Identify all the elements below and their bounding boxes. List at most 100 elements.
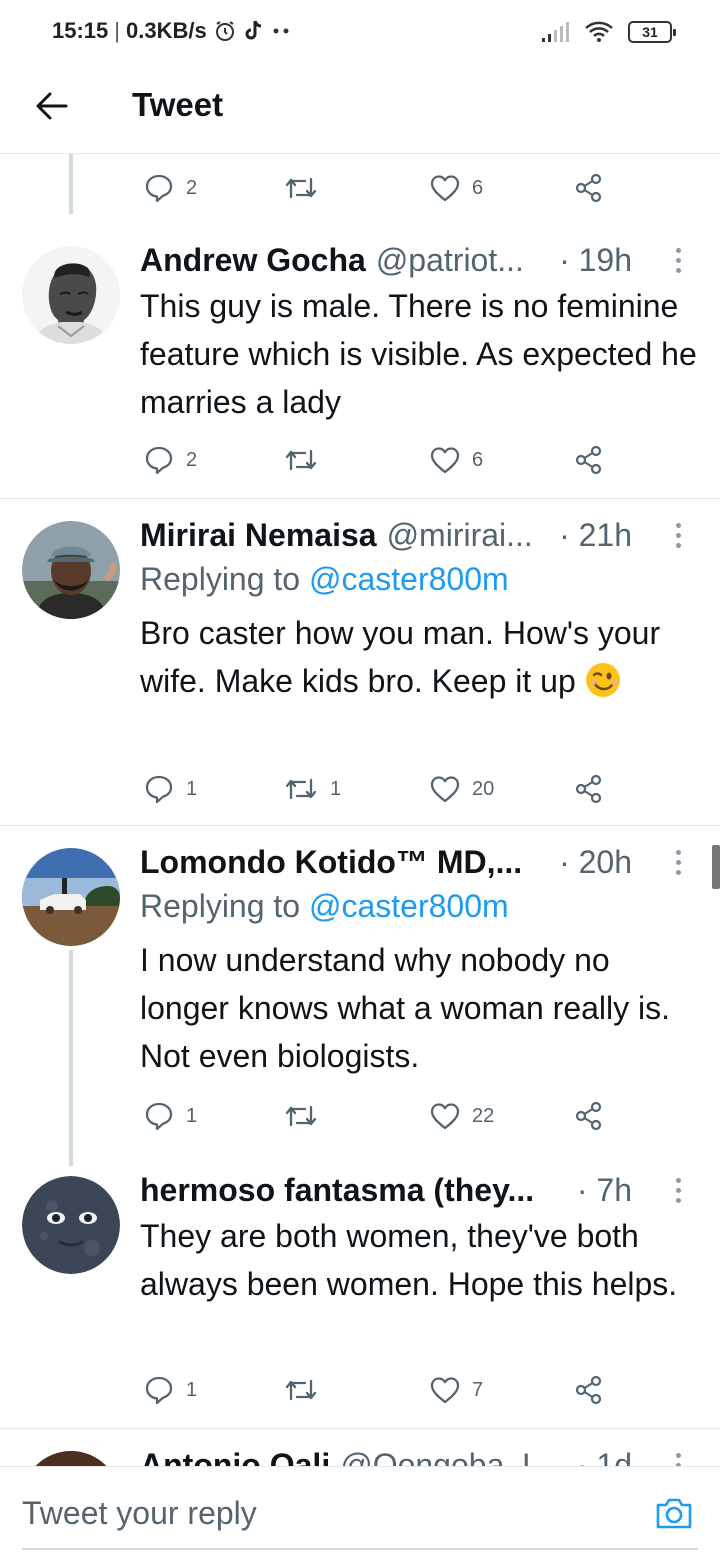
mention-link[interactable]: @caster800m <box>309 561 509 597</box>
username[interactable]: @Oongoba_L <box>340 1447 540 1467</box>
avatar[interactable] <box>22 246 120 344</box>
reply-icon <box>145 174 173 203</box>
reply-button[interactable]: 2 <box>144 440 197 480</box>
heart-icon <box>430 1103 460 1130</box>
retweet-button[interactable]: 1 <box>284 769 341 809</box>
retweet-icon <box>285 778 317 800</box>
replying-to: Replying to @caster800m <box>140 888 509 925</box>
timestamp: · 21h <box>559 516 632 553</box>
tweet-header: hermoso fantasma (they... · 7h <box>140 1168 690 1212</box>
avatar[interactable] <box>22 1451 120 1466</box>
tweet-actions: 2 6 <box>140 168 620 208</box>
display-name[interactable]: hermoso fantasma (they... <box>140 1172 534 1209</box>
retweet-count: 1 <box>330 777 342 800</box>
reply-button[interactable]: 2 <box>144 168 197 208</box>
tweet-text: Bro caster how you man. How's your wife.… <box>140 615 661 699</box>
tweet-actions: 1 22 <box>140 1096 620 1136</box>
like-count: 7 <box>472 1378 484 1401</box>
replies-feed[interactable]: 2 6 Andrew Gocha @patriot... · 19h This … <box>0 154 720 1466</box>
status-left: 15:15 | 0.3KB/s <box>52 18 293 44</box>
reply-count: 1 <box>186 777 198 800</box>
page-title: Tweet <box>132 86 224 123</box>
retweet-icon <box>285 449 317 471</box>
arrow-left-icon <box>36 92 68 120</box>
retweet-icon <box>285 1105 317 1127</box>
avatar[interactable] <box>22 521 120 619</box>
tweet-item[interactable]: Andrew Gocha @patriot... · 19h This guy … <box>0 224 720 499</box>
status-separator: | <box>114 18 120 43</box>
tweet-item[interactable]: Mirirai Nemaisa @mirirai... · 21h Replyi… <box>0 499 720 826</box>
more-icon[interactable] <box>666 1449 690 1466</box>
timestamp: · 19h <box>559 241 632 278</box>
display-name[interactable]: Mirirai Nemaisa <box>140 517 377 554</box>
tweet-text: I now understand why nobody no longer kn… <box>140 942 671 1074</box>
display-name[interactable]: Antonio Oali <box>140 1447 330 1467</box>
retweet-button[interactable] <box>284 1096 330 1136</box>
network-speed: 0.3KB/s <box>126 18 207 43</box>
share-button[interactable] <box>574 440 604 480</box>
status-bar: 15:15 | 0.3KB/s 31 <box>0 0 720 64</box>
share-button[interactable] <box>574 1096 604 1136</box>
heart-icon <box>430 175 460 202</box>
reply-input[interactable] <box>22 1495 582 1532</box>
like-button[interactable]: 22 <box>430 1096 494 1136</box>
share-icon <box>575 774 602 804</box>
display-name[interactable]: Andrew Gocha <box>140 242 366 279</box>
timestamp: · 7h <box>576 1171 632 1208</box>
retweet-button[interactable] <box>284 168 330 208</box>
heart-icon <box>430 1377 460 1404</box>
reply-button[interactable]: 1 <box>144 1370 197 1410</box>
like-count: 6 <box>472 448 484 471</box>
tweet-item[interactable]: Lomondo Kotido™ MD,... · 20h Replying to… <box>0 826 720 1154</box>
tiktok-icon <box>243 19 265 43</box>
timestamp: · 1d <box>576 1446 632 1467</box>
reply-icon <box>145 775 173 804</box>
winking-face-emoji <box>585 662 621 711</box>
share-button[interactable] <box>574 769 604 809</box>
tweet-actions: 1 7 <box>140 1370 620 1410</box>
more-icon[interactable] <box>666 1174 690 1206</box>
status-right: 31 <box>540 20 676 44</box>
status-time: 15:15 <box>52 18 109 43</box>
retweet-button[interactable] <box>284 1370 330 1410</box>
avatar[interactable] <box>22 1176 120 1274</box>
reply-button[interactable]: 1 <box>144 769 197 809</box>
more-icon[interactable] <box>666 846 690 878</box>
heart-icon <box>430 447 460 474</box>
replying-to: Replying to @caster800m <box>140 561 509 598</box>
replying-to-label: Replying to <box>140 561 301 597</box>
avatar[interactable] <box>22 848 120 946</box>
like-button[interactable]: 6 <box>430 168 483 208</box>
reply-button[interactable]: 1 <box>144 1096 197 1136</box>
more-icon[interactable] <box>666 244 690 276</box>
retweet-button[interactable] <box>284 440 330 480</box>
display-name[interactable]: Lomondo Kotido™ MD,... <box>140 844 522 881</box>
share-button[interactable] <box>574 1370 604 1410</box>
signal-icon <box>540 21 570 43</box>
like-button[interactable]: 6 <box>430 440 483 480</box>
like-button[interactable]: 7 <box>430 1370 483 1410</box>
retweet-icon <box>285 1379 317 1401</box>
camera-icon <box>656 1498 692 1529</box>
share-button[interactable] <box>574 168 604 208</box>
back-button[interactable] <box>32 86 72 126</box>
timestamp: · 20h <box>559 843 632 880</box>
more-icon[interactable] <box>666 519 690 551</box>
heart-icon <box>430 776 460 803</box>
reply-bar <box>0 1466 720 1560</box>
share-icon <box>575 173 602 203</box>
share-icon <box>575 1101 602 1131</box>
mention-link[interactable]: @caster800m <box>309 888 509 924</box>
username[interactable]: @mirirai... <box>387 517 533 554</box>
reply-icon <box>145 446 173 475</box>
username[interactable]: @patriot... <box>376 242 524 279</box>
wifi-icon <box>584 20 614 44</box>
tweet-text: This guy is male. There is no feminine f… <box>140 288 697 420</box>
share-icon <box>575 445 602 475</box>
scrollbar[interactable] <box>712 845 720 889</box>
tweet-item[interactable]: hermoso fantasma (they... · 7h They are … <box>0 1154 720 1429</box>
reply-icon <box>145 1376 173 1405</box>
tweet-item[interactable]: Antonio Oali @Oongoba_L · 1d <box>0 1429 720 1466</box>
like-button[interactable]: 20 <box>430 769 494 809</box>
camera-button[interactable] <box>654 1495 694 1535</box>
